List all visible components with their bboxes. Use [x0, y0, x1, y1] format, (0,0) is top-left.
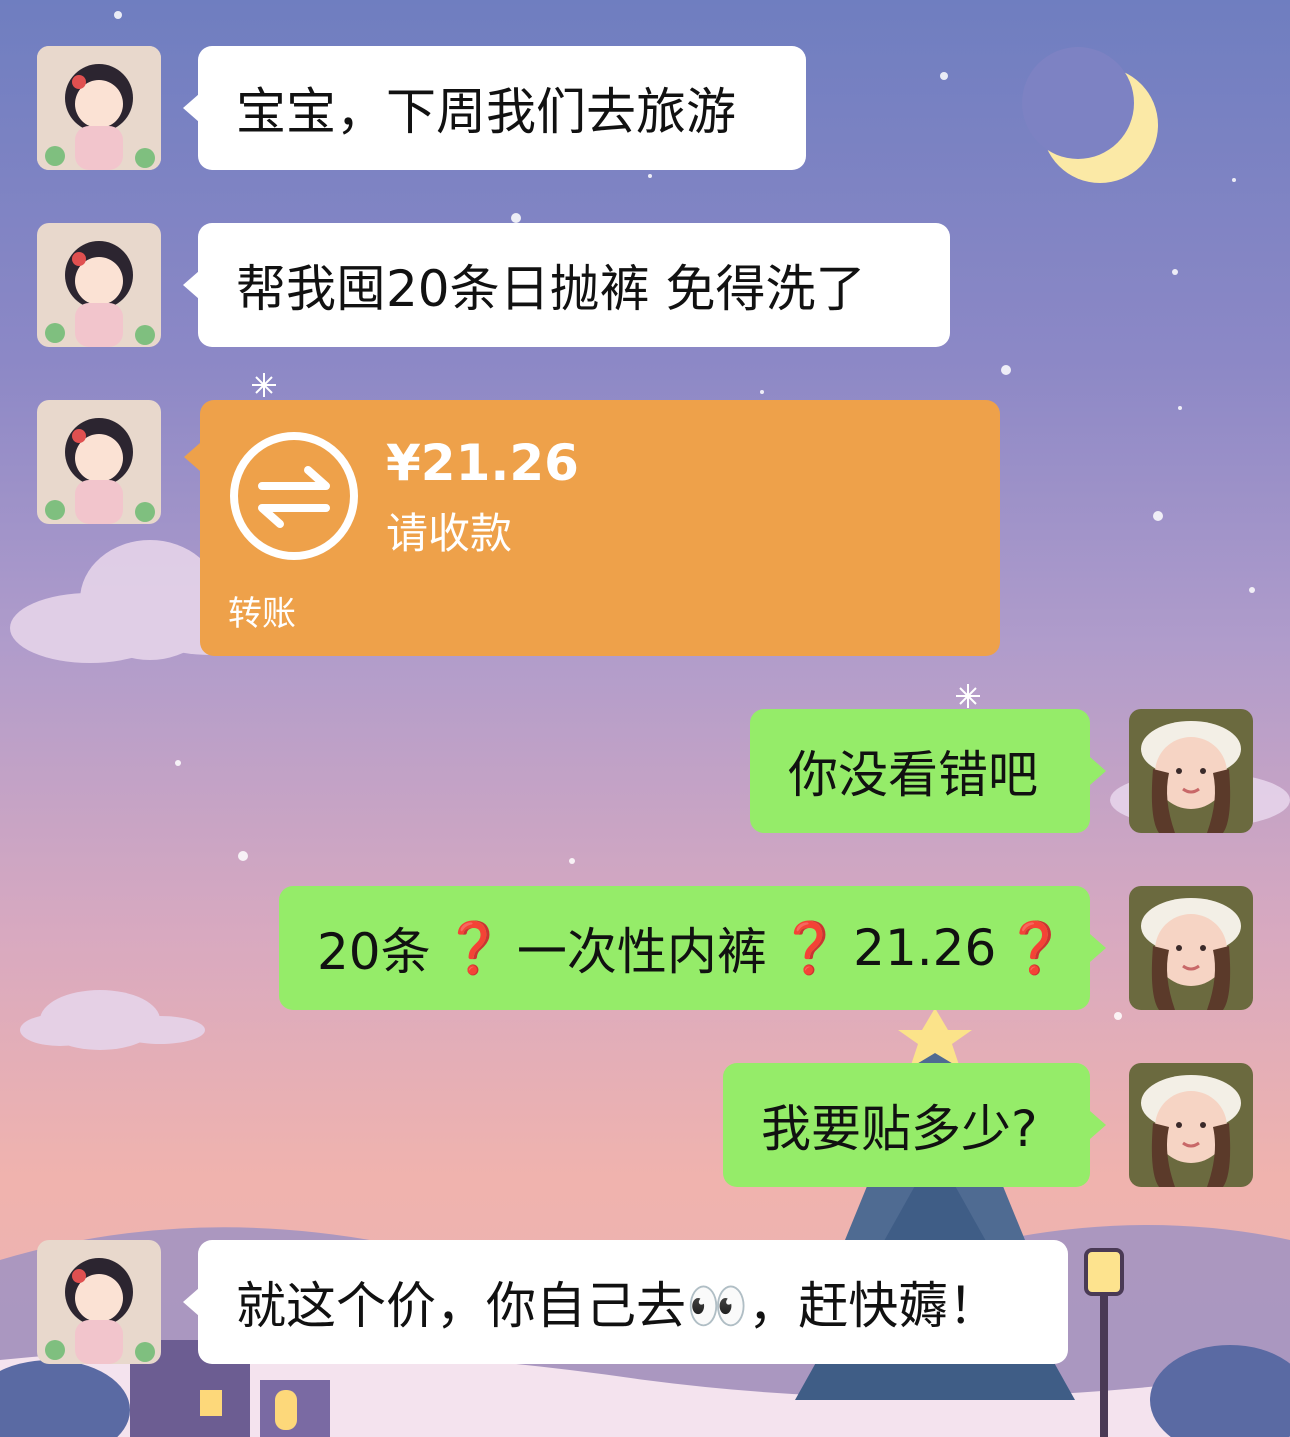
- transfer-arrows-icon: [230, 432, 358, 560]
- message-text: 就这个价，你自己去👀，赶快薅！: [236, 1277, 999, 1335]
- message-bubble[interactable]: 20条 ❓ 一次性内裤 ❓ 21.26 ❓: [279, 886, 1090, 1010]
- transfer-amount: ¥21.26: [386, 434, 579, 492]
- question-mark-icon: ❓: [442, 918, 505, 977]
- bubble-tail: [184, 443, 200, 471]
- message-bubble[interactable]: 你没看错吧: [750, 709, 1090, 833]
- cartoon-girl-avatar-icon: [37, 400, 161, 524]
- photo-girl-avatar-icon: [1129, 709, 1253, 833]
- cartoon-girl-avatar-icon: [37, 223, 161, 347]
- contact-avatar[interactable]: [37, 223, 161, 347]
- photo-girl-avatar-icon: [1129, 886, 1253, 1010]
- cartoon-girl-avatar-icon: [37, 46, 161, 170]
- bubble-tail: [1090, 757, 1106, 785]
- message-text-part: 一次性内裤: [516, 923, 767, 981]
- bubble-tail: [1090, 934, 1106, 962]
- user-avatar[interactable]: [1129, 709, 1253, 833]
- transfer-card[interactable]: ¥21.26 请收款 转账: [200, 400, 1000, 656]
- message-bubble[interactable]: 帮我囤20条日抛裤 免得洗了: [198, 223, 950, 347]
- bubble-tail: [183, 271, 199, 299]
- message-text: 宝宝，下周我们去旅游: [236, 83, 736, 141]
- bubble-tail: [183, 94, 199, 122]
- contact-avatar[interactable]: [37, 1240, 161, 1364]
- bubble-tail: [183, 1288, 199, 1316]
- question-mark-icon: ❓: [1004, 918, 1067, 977]
- message-text-part: 21.26: [853, 919, 997, 977]
- moon-icon: [1022, 47, 1158, 183]
- message-text: 帮我囤20条日抛裤 免得洗了: [236, 260, 866, 318]
- cartoon-girl-avatar-icon: [37, 1240, 161, 1364]
- user-avatar[interactable]: [1129, 886, 1253, 1010]
- bubble-tail: [1090, 1111, 1106, 1139]
- transfer-status: 请收款: [386, 509, 513, 558]
- transfer-label: 转账: [228, 594, 296, 634]
- message-bubble[interactable]: 就这个价，你自己去👀，赶快薅！: [198, 1240, 1068, 1364]
- message-text: 你没看错吧: [788, 746, 1038, 804]
- message-bubble[interactable]: 宝宝，下周我们去旅游: [198, 46, 806, 170]
- chat-background: [0, 11, 1290, 1437]
- photo-girl-avatar-icon: [1129, 1063, 1253, 1187]
- message-text: 我要贴多少?: [761, 1100, 1038, 1158]
- contact-avatar[interactable]: [37, 46, 161, 170]
- message-bubble[interactable]: 我要贴多少?: [723, 1063, 1090, 1187]
- user-avatar[interactable]: [1129, 1063, 1253, 1187]
- message-text-part: 20条: [317, 923, 431, 981]
- question-mark-icon: ❓: [778, 918, 842, 977]
- contact-avatar[interactable]: [37, 400, 161, 524]
